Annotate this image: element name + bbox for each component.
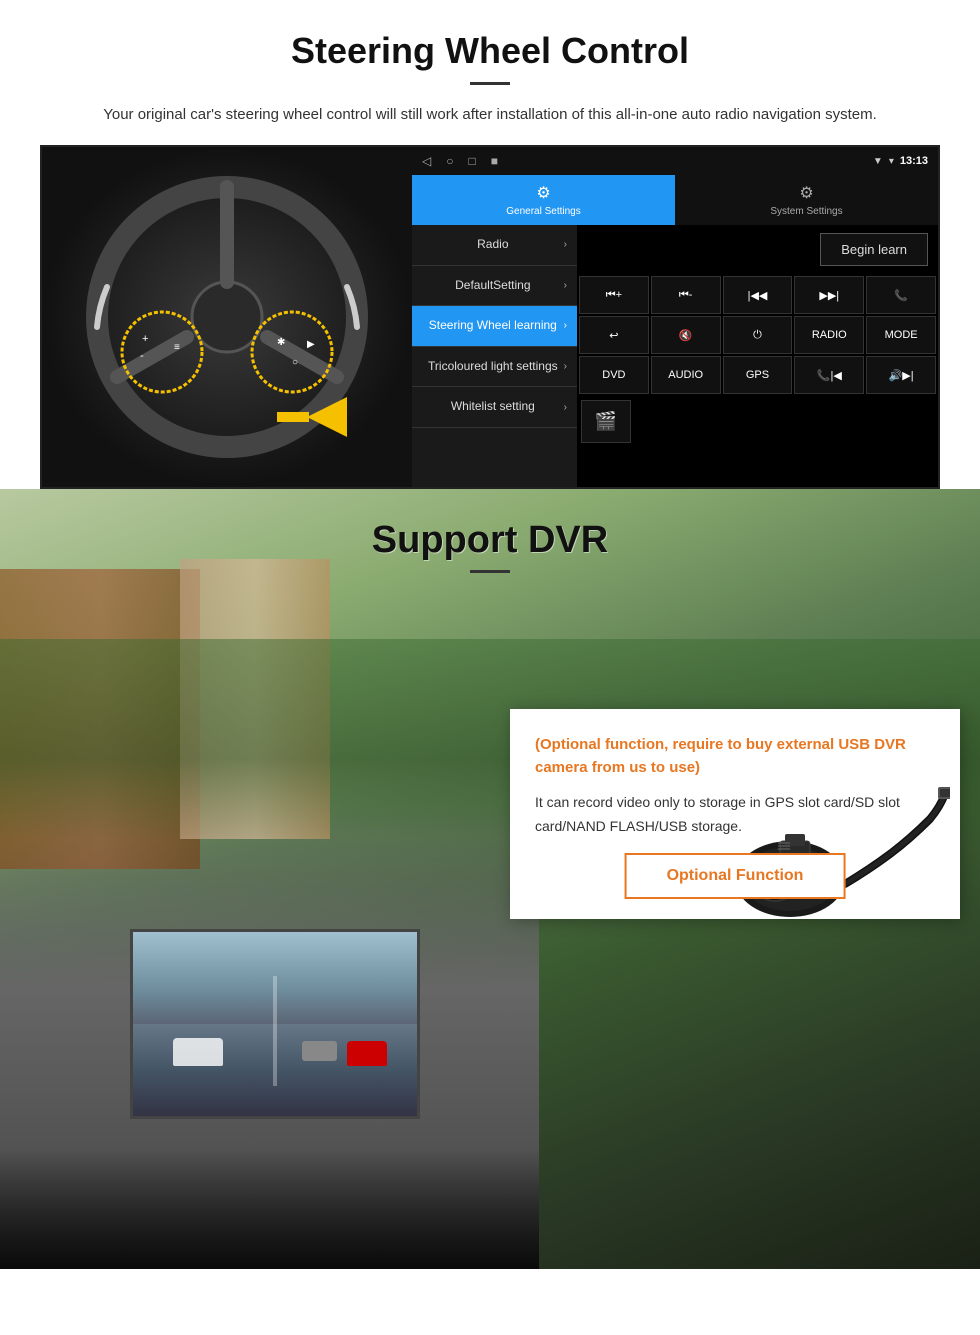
system-settings-icon: ⚙ xyxy=(799,183,813,203)
steering-subtitle: Your original car's steering wheel contr… xyxy=(90,103,890,127)
menu-item-tricoloured[interactable]: Tricoloured light settings › xyxy=(412,347,577,388)
signal-icon: ▾ xyxy=(889,156,894,167)
menu-whitelist-label: Whitelist setting xyxy=(422,399,564,415)
menu-steering-chevron: › xyxy=(564,320,567,331)
svg-text:≡: ≡ xyxy=(174,342,180,353)
dvr-info-card: (Optional function, require to buy exter… xyxy=(510,709,960,919)
menu-item-steering-wheel[interactable]: Steering Wheel learning › xyxy=(412,306,577,347)
optional-function-button[interactable]: Optional Function xyxy=(625,853,846,899)
android-content-area: Radio › DefaultSetting › Steering Wheel … xyxy=(412,225,938,487)
ctrl-dvr[interactable]: 🎬 xyxy=(581,400,631,443)
nav-home-icon[interactable]: ○ xyxy=(446,154,453,168)
svg-text:+: + xyxy=(142,333,148,345)
tab-system-settings[interactable]: ⚙ System Settings xyxy=(675,175,938,225)
settings-menu-list: Radio › DefaultSetting › Steering Wheel … xyxy=(412,225,577,487)
ctrl-vol-down[interactable]: ⏮- xyxy=(651,276,721,314)
android-settings-panel: ◁ ○ □ ■ ▼ ▾ 13:13 ⚙ General Settings xyxy=(412,147,938,487)
begin-learn-button[interactable]: Begin learn xyxy=(820,233,928,266)
steering-wheel-svg: + - ≡ ✱ ▶ ○ xyxy=(77,167,377,467)
ctrl-phone[interactable]: 📞 xyxy=(866,276,936,314)
status-time: 13:13 xyxy=(900,155,928,167)
android-nav-bar: ◁ ○ □ ■ xyxy=(422,154,498,168)
ctrl-audio[interactable]: AUDIO xyxy=(651,356,721,394)
menu-steering-label: Steering Wheel learning xyxy=(422,318,564,334)
nav-back-icon[interactable]: ◁ xyxy=(422,154,431,168)
dvr-title-divider xyxy=(470,570,510,573)
dvr-title: Support DVR xyxy=(0,519,980,562)
svg-text:-: - xyxy=(140,350,144,362)
begin-learn-row: Begin learn xyxy=(577,225,938,274)
ctrl-back[interactable]: ↩ xyxy=(579,316,649,354)
dvr-optional-notice: (Optional function, require to buy exter… xyxy=(535,734,935,779)
svg-text:○: ○ xyxy=(292,357,298,368)
steering-section: Steering Wheel Control Your original car… xyxy=(0,0,980,489)
menu-tricoloured-label: Tricoloured light settings xyxy=(422,359,564,375)
general-settings-icon: ⚙ xyxy=(536,183,550,203)
menu-item-whitelist[interactable]: Whitelist setting › xyxy=(412,387,577,428)
menu-default-chevron: › xyxy=(564,280,567,291)
svg-text:▶: ▶ xyxy=(307,339,315,350)
menu-tricoloured-chevron: › xyxy=(564,361,567,372)
title-divider xyxy=(470,82,510,85)
menu-item-default-setting[interactable]: DefaultSetting › xyxy=(412,266,577,307)
dvr-title-area: Support DVR xyxy=(0,489,980,588)
android-mockup: + - ≡ ✱ ▶ ○ ◁ xyxy=(40,145,940,489)
ctrl-prev[interactable]: |◀◀ xyxy=(723,276,793,314)
dvr-preview-inner xyxy=(133,932,417,1116)
ctrl-power[interactable]: ⏻ xyxy=(723,316,793,354)
ctrl-phone-next[interactable]: 🔊▶| xyxy=(866,356,936,394)
menu-whitelist-chevron: › xyxy=(564,402,567,413)
ctrl-gps[interactable]: GPS xyxy=(723,356,793,394)
nav-square-icon[interactable]: □ xyxy=(468,154,475,168)
menu-default-label: DefaultSetting xyxy=(422,278,564,294)
tab-general-label: General Settings xyxy=(506,206,581,217)
tab-system-label: System Settings xyxy=(770,206,842,217)
menu-radio-chevron: › xyxy=(564,239,567,250)
steering-wheel-image: + - ≡ ✱ ▶ ○ xyxy=(42,147,412,487)
nav-dot-icon: ■ xyxy=(491,154,498,168)
dvr-icon-row: 🎬 xyxy=(577,396,938,447)
dvr-preview-image xyxy=(130,929,420,1119)
android-tabs: ⚙ General Settings ⚙ System Settings xyxy=(412,175,938,225)
steering-title: Steering Wheel Control xyxy=(40,30,940,72)
ctrl-mode[interactable]: MODE xyxy=(866,316,936,354)
ctrl-phone-prev[interactable]: 📞|◀ xyxy=(794,356,864,394)
dvr-section: Support DVR (Optional function, require … xyxy=(0,489,980,1269)
ctrl-dvd[interactable]: DVD xyxy=(579,356,649,394)
wifi-icon: ▼ xyxy=(873,156,883,167)
ctrl-radio[interactable]: RADIO xyxy=(794,316,864,354)
svg-text:✱: ✱ xyxy=(277,337,285,348)
ctrl-next[interactable]: ▶▶| xyxy=(794,276,864,314)
android-status-bar: ◁ ○ □ ■ ▼ ▾ 13:13 xyxy=(412,147,938,175)
ctrl-mute[interactable]: 🔇 xyxy=(651,316,721,354)
tab-general-settings[interactable]: ⚙ General Settings xyxy=(412,175,675,225)
controls-grid: ⏮+ ⏮- |◀◀ ▶▶| 📞 ↩ 🔇 ⏻ RADIO MODE DVD AUD… xyxy=(577,274,938,396)
controls-area: Begin learn ⏮+ ⏮- |◀◀ ▶▶| 📞 ↩ 🔇 ⏻ RADIO … xyxy=(577,225,938,487)
ctrl-vol-up[interactable]: ⏮+ xyxy=(579,276,649,314)
dashboard-bg xyxy=(0,1149,539,1269)
menu-item-radio[interactable]: Radio › xyxy=(412,225,577,266)
menu-radio-label: Radio xyxy=(422,237,564,253)
